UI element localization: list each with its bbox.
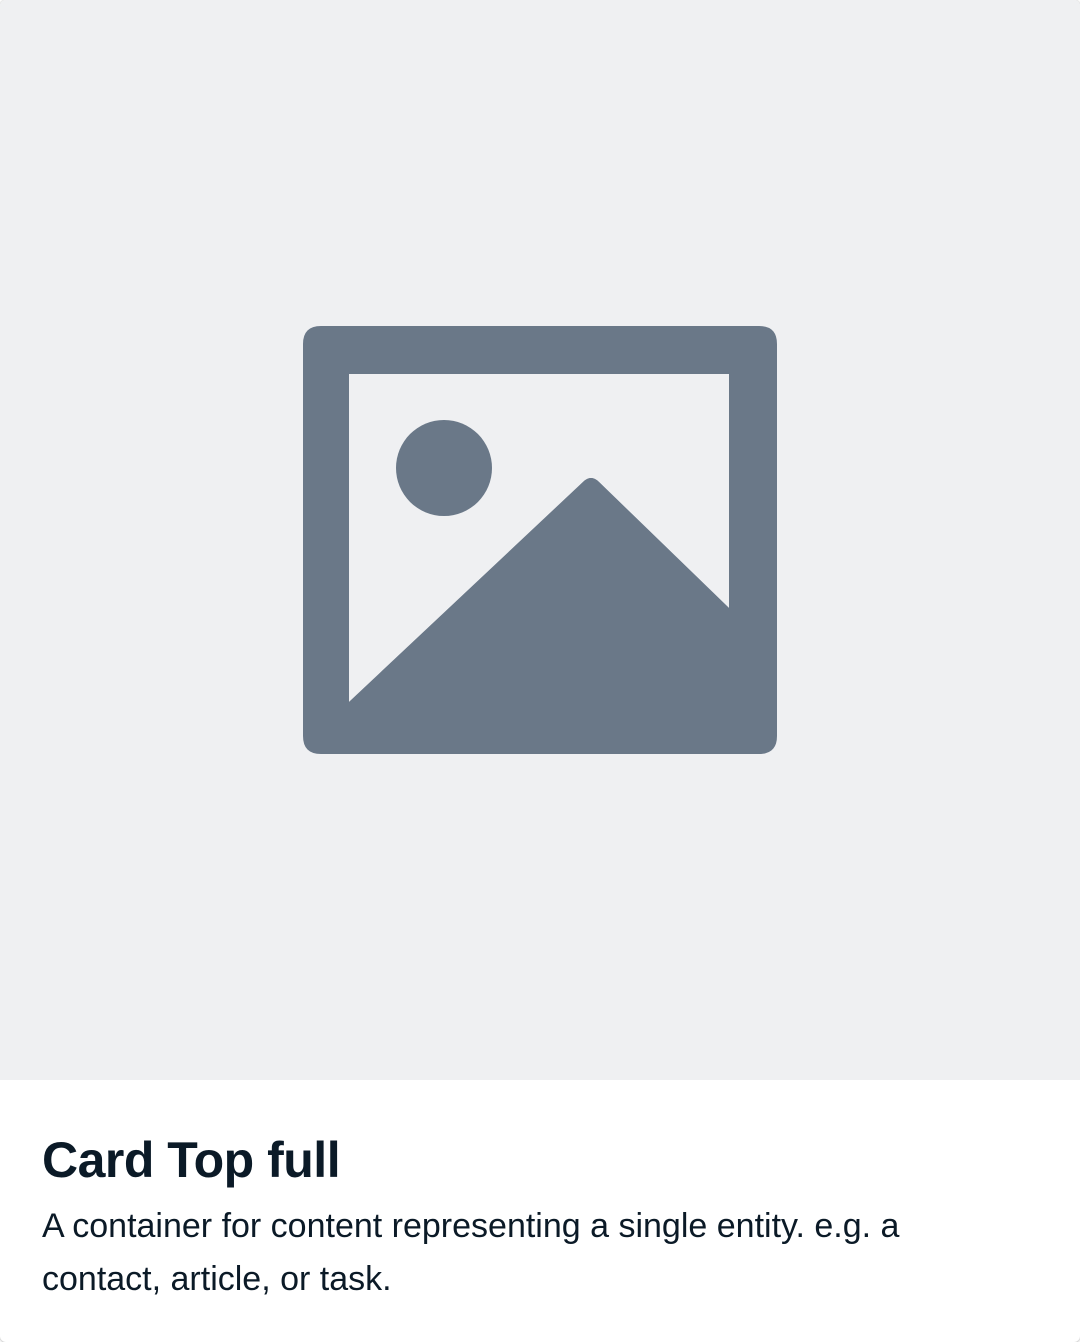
card-body: Card Top full A container for content re… <box>42 1080 1038 1342</box>
card-description: A container for content representing a s… <box>42 1207 900 1298</box>
card[interactable]: Card Top full A container for content re… <box>0 0 1080 1342</box>
card-image-placeholder <box>0 0 1080 1080</box>
card-title: Card Top full <box>42 1132 341 1188</box>
image-placeholder-icon <box>303 326 777 754</box>
